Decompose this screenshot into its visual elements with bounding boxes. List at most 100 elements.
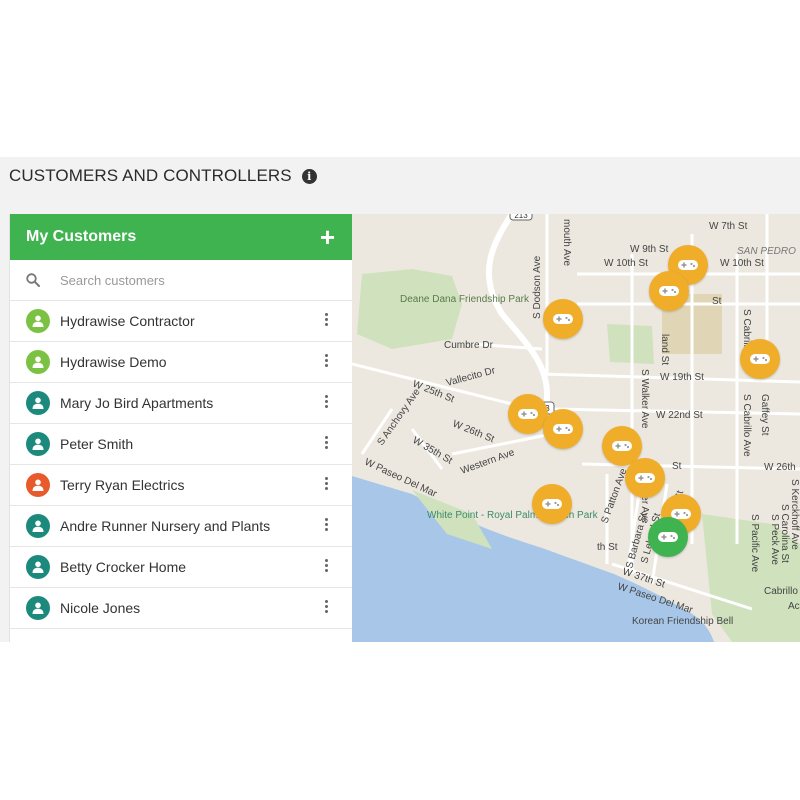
more-options-icon[interactable] (325, 395, 328, 408)
more-options-icon[interactable] (325, 436, 328, 449)
avatar (26, 391, 50, 415)
search-icon (26, 273, 40, 287)
controller-marker[interactable] (625, 458, 665, 498)
beach-label: White Point - Royal Palms Beach Park (427, 510, 599, 521)
list-item[interactable]: Terry Ryan Electrics (10, 465, 353, 506)
customer-name: Peter Smith (60, 436, 134, 452)
gamepad-icon (659, 286, 679, 296)
street-label-10th-b: W 10th St (720, 258, 764, 269)
street-label-carolina: S Carolina St (779, 504, 790, 563)
gamepad-icon (553, 314, 573, 324)
street-label-35th: W 35th St (411, 435, 455, 467)
avatar (26, 432, 50, 456)
street-label-th: th St (597, 542, 618, 553)
more-options-icon[interactable] (325, 518, 328, 531)
street-label-gaffey: Gaffey St (759, 394, 770, 436)
list-item[interactable]: Peter Smith (10, 424, 353, 465)
street-label-vallecito: Vallecito Dr (445, 365, 497, 389)
search-bar (10, 260, 353, 301)
panel-title: My Customers (26, 228, 137, 245)
customer-name: Hydrawise Contractor (60, 313, 195, 329)
controller-marker-active[interactable] (648, 517, 688, 557)
gamepad-icon (518, 409, 538, 419)
more-options-icon[interactable] (325, 313, 328, 326)
gamepad-icon (553, 424, 573, 434)
list-item[interactable]: Hydrawise Demo (10, 342, 353, 383)
avatar (26, 350, 50, 374)
controller-marker[interactable] (740, 339, 780, 379)
more-options-icon[interactable] (325, 354, 328, 367)
street-label-10th-a: W 10th St (604, 258, 648, 269)
list-item[interactable]: Hydrawise Contractor (10, 301, 353, 342)
controller-marker[interactable] (532, 484, 572, 524)
gamepad-icon (658, 532, 678, 542)
gamepad-icon (635, 473, 655, 483)
page-title-text: CUSTOMERS AND CONTROLLERS (9, 166, 292, 185)
add-customer-button[interactable]: + (320, 224, 335, 250)
customer-name: Betty Crocker Home (60, 559, 187, 575)
user-icon (32, 397, 44, 409)
street-label-7th: W 7th St (709, 221, 748, 232)
user-icon (32, 561, 44, 573)
landmark-label: Korean Friendship Bell (632, 616, 733, 627)
street-label-peck: S Peck Ave (769, 514, 780, 565)
gamepad-icon (750, 354, 770, 364)
district-label: SAN PEDRO (737, 246, 796, 257)
street-label-22nd: W 22nd St (656, 410, 703, 421)
user-icon (32, 602, 44, 614)
street-label-26th-b: W 26th (764, 462, 796, 473)
street-label-cumbre: Cumbre Dr (444, 340, 494, 351)
more-options-icon[interactable] (325, 559, 328, 572)
list-item[interactable]: Nicole Jones (10, 588, 353, 629)
more-options-icon[interactable] (325, 600, 328, 613)
customer-name: Hydrawise Demo (60, 354, 167, 370)
user-icon (32, 438, 44, 450)
panel-header: My Customers + (10, 214, 353, 260)
avatar (26, 473, 50, 497)
customer-name: Nicole Jones (60, 600, 141, 616)
customer-name: Terry Ryan Electrics (60, 477, 185, 493)
avatar (26, 514, 50, 538)
street-label-mouth: mouth Ave (561, 219, 572, 267)
street-label-dodson: S Dodson Ave (532, 255, 543, 319)
park-label-1: Deane Dana Friendship Park (400, 294, 530, 305)
user-icon (32, 479, 44, 491)
street-label-26th: W 26th St (451, 419, 496, 446)
controller-marker[interactable] (543, 299, 583, 339)
gamepad-icon (612, 441, 632, 451)
avatar (26, 309, 50, 333)
street-label-cabrillo-b: S Cabrillo Ave (741, 394, 752, 457)
avatar (26, 596, 50, 620)
street-label-st-a: St (712, 296, 722, 307)
svg-text:213: 213 (514, 214, 528, 220)
customer-name: Mary Jo Bird Apartments (60, 395, 214, 411)
user-icon (32, 315, 44, 327)
customer-list: Hydrawise Contractor Hydrawise Demo Mary J… (10, 301, 353, 629)
info-icon[interactable]: i (301, 168, 317, 184)
more-options-icon[interactable] (325, 477, 328, 490)
user-icon (32, 520, 44, 532)
route-shield-top: 213 (509, 214, 533, 221)
customer-name: Andre Runner Nursery and Plants (60, 518, 271, 534)
list-item[interactable]: Mary Jo Bird Apartments (10, 383, 353, 424)
map[interactable]: Deane Dana Friendship Park White Point -… (352, 214, 800, 642)
search-input[interactable] (58, 271, 322, 289)
street-label-9th: W 9th St (630, 244, 669, 255)
controller-marker[interactable] (649, 271, 689, 311)
street-label-walker-a: S Walker Ave (639, 369, 650, 429)
place-label-cabrillo: Cabrillo (764, 586, 798, 597)
customers-panel: My Customers + Hydrawise ContractorHydra… (9, 214, 353, 642)
list-item[interactable]: Betty Crocker Home (10, 547, 353, 588)
street-label-pacific: S Pacific Ave (749, 514, 760, 573)
street-label-st-b: St (672, 461, 682, 472)
gamepad-icon (542, 499, 562, 509)
park-area (357, 269, 462, 349)
gamepad-icon (678, 260, 698, 270)
controller-marker[interactable] (508, 394, 548, 434)
list-item[interactable]: Andre Runner Nursery and Plants (10, 506, 353, 547)
page-title: CUSTOMERS AND CONTROLLERS i (9, 166, 317, 186)
controller-marker[interactable] (543, 409, 583, 449)
place-label-ac: Ac (788, 601, 800, 612)
street-label-19th: W 19th St (660, 372, 704, 383)
street-label-land: land St (659, 334, 670, 365)
